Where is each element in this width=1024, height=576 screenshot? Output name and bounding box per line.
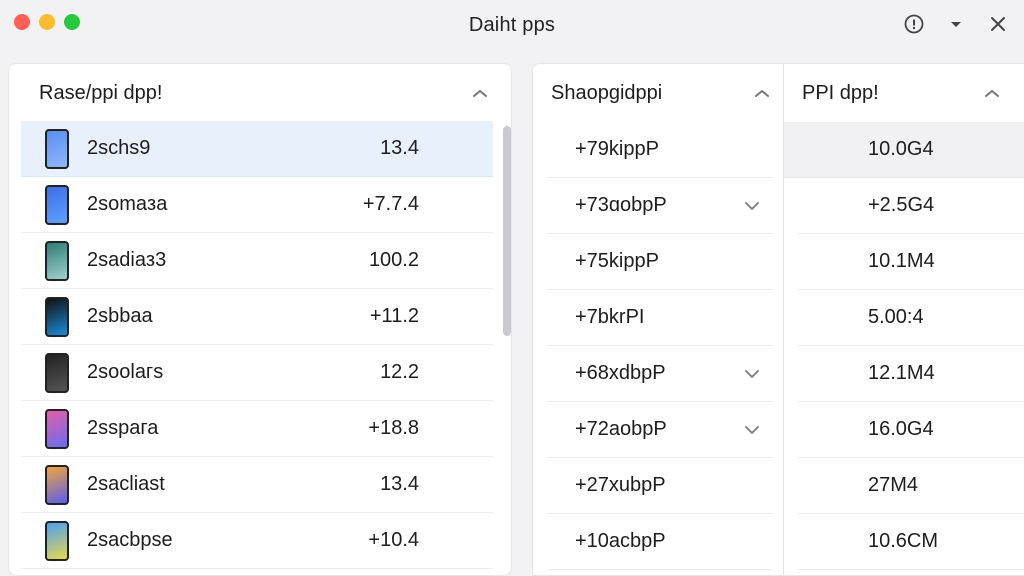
list-item-value: 13.4 bbox=[380, 137, 419, 159]
list-item-value: 12.1M4 bbox=[868, 362, 935, 384]
phone-icon bbox=[45, 240, 69, 281]
scrollbar-thumb[interactable] bbox=[503, 126, 511, 336]
list-item-name: 2sbbaa bbox=[87, 305, 153, 327]
list-item[interactable]: 2sacliast 13.4 bbox=[21, 457, 493, 513]
left-panel-title: Rase/ppi dpp! bbox=[39, 81, 163, 104]
list-item-value: +7.7.4 bbox=[362, 193, 419, 215]
list-item-value: 100.2 bbox=[368, 249, 419, 271]
mid-column-header: Shaopgidppi bbox=[533, 64, 783, 122]
list-item-label: +72aobpP bbox=[575, 418, 667, 440]
list-item[interactable]: 2sacbpse +10.4 bbox=[21, 513, 493, 569]
right-column-header: PPI dpp! bbox=[784, 64, 1024, 122]
list-item[interactable]: 16.0G4 bbox=[798, 402, 1024, 458]
list-item-label: +68xdbpP bbox=[575, 362, 666, 384]
list-item-value: 10.0G4 bbox=[868, 138, 934, 160]
mid-column-title: Shaopgidppi bbox=[551, 81, 663, 104]
list-item[interactable]: 2sspaга +18.8 bbox=[21, 401, 493, 457]
collapse-chevron-icon[interactable] bbox=[981, 82, 1003, 104]
list-item[interactable]: +79kippP bbox=[547, 122, 773, 178]
list-item-label: +75kippP bbox=[575, 250, 659, 272]
phone-icon bbox=[45, 352, 69, 393]
info-icon[interactable] bbox=[902, 12, 926, 36]
scrollbar[interactable] bbox=[499, 124, 511, 574]
list-item[interactable]: 10.0G4 bbox=[784, 122, 1024, 178]
list-item-name: 2sadiaз3 bbox=[87, 249, 167, 271]
list-item-value: 16.0G4 bbox=[868, 418, 934, 440]
list-item[interactable]: +72aobpP bbox=[547, 402, 773, 458]
right-column-title: PPI dpp! bbox=[802, 81, 879, 104]
list-item[interactable]: 2somaза +7.7.4 bbox=[21, 177, 493, 233]
list-item-name: 2soolaгs bbox=[87, 361, 164, 383]
list-item[interactable]: +2.5G4 bbox=[798, 178, 1024, 234]
phone-icon bbox=[45, 408, 69, 449]
list-item[interactable]: +10acbpP bbox=[547, 514, 773, 570]
list-item[interactable]: +27xubpP bbox=[547, 458, 773, 514]
list-item-label: +73ɑobpP bbox=[575, 194, 667, 216]
zoom-window-button[interactable] bbox=[64, 14, 80, 30]
list-item-label: +27xubpP bbox=[575, 474, 666, 496]
list-item[interactable]: 2schs9 13.4 bbox=[21, 121, 493, 177]
chevron-down-icon[interactable] bbox=[741, 419, 763, 441]
list-item-value: +10.4 bbox=[368, 529, 419, 551]
list-item-name: 2somaза bbox=[87, 193, 168, 215]
mid-list: +79kippP +73ɑobpP +75kippP +7bkrPI +68xdbpP +… bbox=[547, 122, 773, 570]
phone-icon bbox=[45, 520, 69, 561]
minimize-window-button[interactable] bbox=[39, 14, 55, 30]
list-item-value: 12.2 bbox=[380, 361, 419, 383]
app-list: 2schs9 13.4 2somaза +7.7.4 2sadiaз3 100.2 2sbb… bbox=[21, 121, 493, 569]
phone-icon bbox=[45, 128, 69, 169]
list-item-name: 2schs9 bbox=[87, 137, 151, 159]
close-window-button[interactable] bbox=[14, 14, 30, 30]
list-item[interactable]: +73ɑobpP bbox=[547, 178, 773, 234]
close-icon[interactable] bbox=[986, 12, 1010, 36]
list-item[interactable]: 27M4 bbox=[798, 458, 1024, 514]
list-item-value: +2.5G4 bbox=[868, 194, 935, 216]
title-actions bbox=[902, 12, 1010, 36]
chevron-down-icon[interactable] bbox=[741, 195, 763, 217]
list-item-name: 2sacbpse bbox=[87, 529, 173, 551]
left-panel-header: Rase/ppi dpp! bbox=[9, 64, 511, 122]
list-item[interactable]: +7bkrPI bbox=[547, 290, 773, 346]
left-panel: Rase/ppi dpp! 2schs9 13.4 2somaза +7.7.4 2sa… bbox=[8, 63, 512, 576]
list-item-value: 5.00:4 bbox=[868, 306, 924, 328]
list-item-label: +7bkrPI bbox=[575, 306, 645, 328]
title-bar: Daiht pps bbox=[0, 0, 1024, 50]
list-item-value: 13.4 bbox=[380, 473, 419, 495]
list-item[interactable]: 2soolaгs 12.2 bbox=[21, 345, 493, 401]
window-title: Daiht pps bbox=[468, 13, 556, 36]
right-panel: Shaopgidppi PPI dpp! +79kippP +73ɑobpP +75… bbox=[532, 63, 1024, 576]
list-item-name: 2sspaга bbox=[87, 417, 159, 439]
list-item-value: +11.2 bbox=[369, 305, 419, 327]
list-item-label: +10acbpP bbox=[575, 530, 666, 552]
list-item[interactable]: 2sbbaa +11.2 bbox=[21, 289, 493, 345]
dropdown-arrow-icon[interactable] bbox=[944, 12, 968, 36]
list-item-name: 2sacliast bbox=[87, 473, 165, 495]
collapse-chevron-icon[interactable] bbox=[469, 82, 491, 104]
list-item[interactable]: +68xdbpP bbox=[547, 346, 773, 402]
right-list: 10.0G4 +2.5G4 10.1M4 5.00:4 12.1M4 16.0G4 27M4… bbox=[784, 122, 1024, 570]
chevron-down-icon[interactable] bbox=[741, 363, 763, 385]
list-item-value: 27M4 bbox=[868, 474, 919, 496]
list-item[interactable]: 5.00:4 bbox=[798, 290, 1024, 346]
list-item[interactable]: 12.1M4 bbox=[798, 346, 1024, 402]
list-item[interactable]: 10.1M4 bbox=[798, 234, 1024, 290]
list-item-value: +18.8 bbox=[368, 417, 419, 439]
list-item[interactable]: 2sadiaз3 100.2 bbox=[21, 233, 493, 289]
phone-icon bbox=[45, 464, 69, 505]
window-controls bbox=[14, 14, 80, 30]
list-item-label: +79kippP bbox=[575, 138, 659, 160]
phone-icon bbox=[45, 184, 69, 225]
list-item[interactable]: +75kippP bbox=[547, 234, 773, 290]
list-item[interactable]: 10.6CM bbox=[798, 514, 1024, 570]
phone-icon bbox=[45, 296, 69, 337]
list-item-value: 10.6CM bbox=[868, 530, 939, 552]
collapse-chevron-icon[interactable] bbox=[751, 82, 773, 104]
list-item-value: 10.1M4 bbox=[868, 250, 935, 272]
